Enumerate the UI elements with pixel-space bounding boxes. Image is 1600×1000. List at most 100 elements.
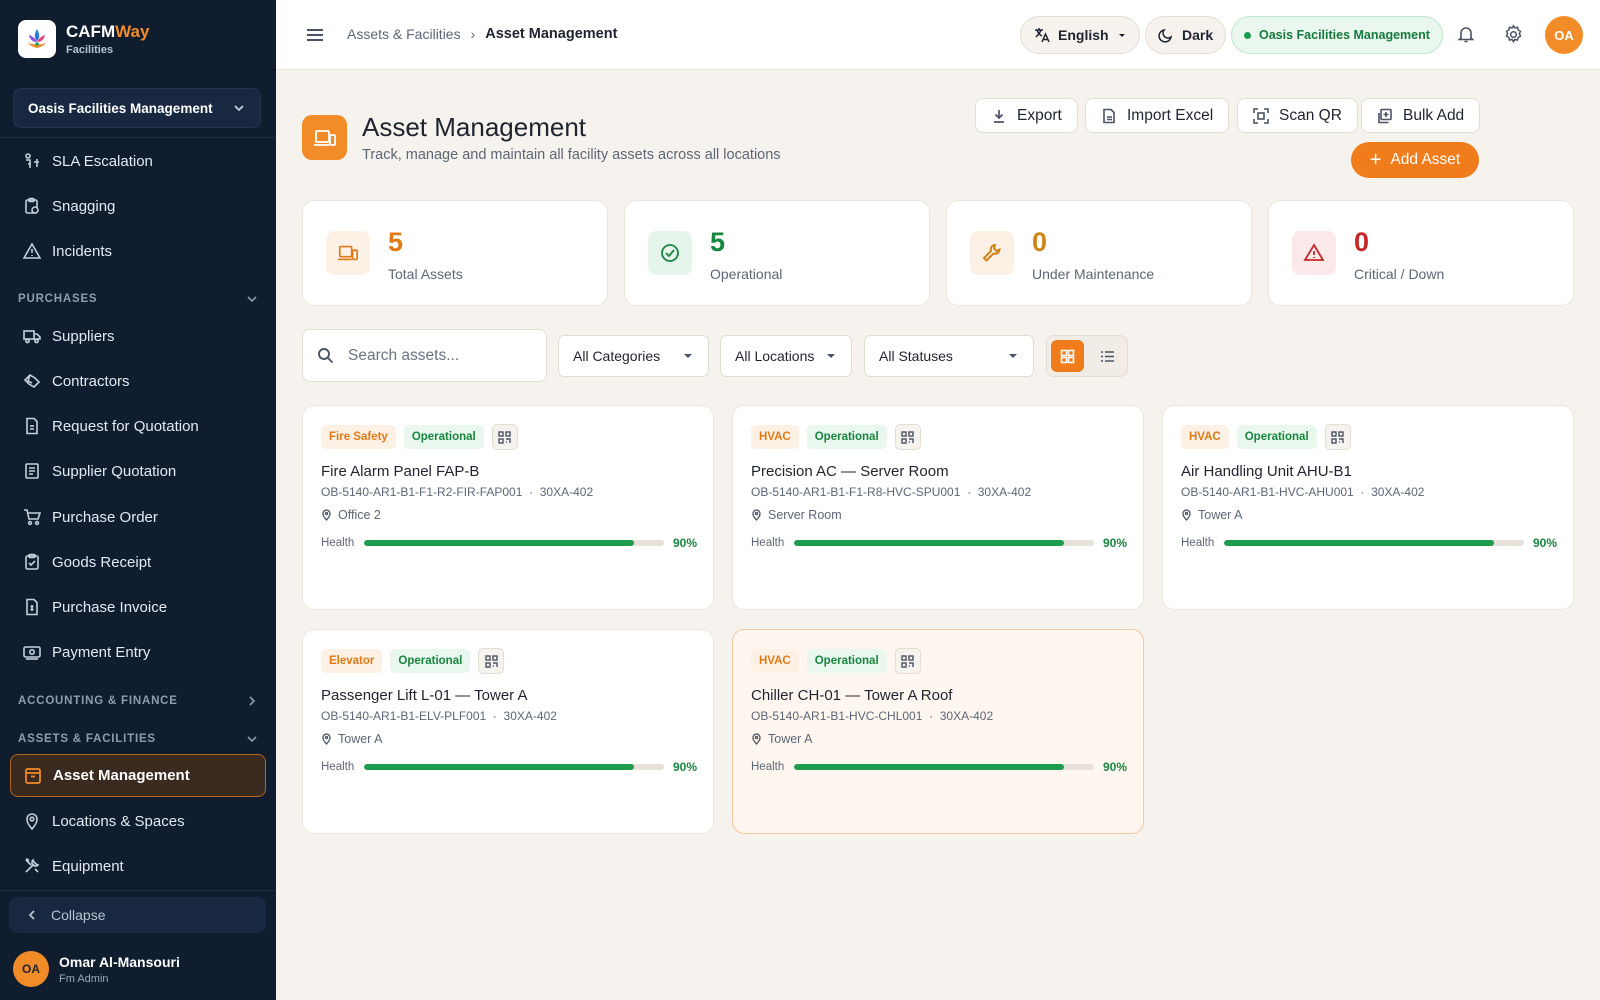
health-bar	[364, 764, 664, 770]
chevron-down-icon	[234, 105, 244, 112]
organization-status-badge[interactable]: Oasis Facilities Management	[1231, 16, 1443, 54]
sidebar-item-equipment[interactable]: Equipment	[10, 846, 266, 886]
status-filter-select[interactable]: All Statuses	[864, 335, 1034, 377]
sidebar-item-suppliers[interactable]: Suppliers	[10, 316, 266, 356]
list-view-button[interactable]	[1091, 340, 1124, 372]
breadcrumb-current: Asset Management	[485, 26, 618, 42]
bulk-add-button[interactable]: Bulk Add	[1361, 98, 1481, 133]
scan-qr-button[interactable]: Scan QR	[1237, 98, 1358, 133]
sidebar-item-incidents[interactable]: Incidents	[10, 231, 266, 271]
sidebar-section-label: PURCHASES	[18, 293, 98, 305]
qr-code-icon[interactable]	[894, 424, 921, 450]
collapse-sidebar-button[interactable]: Collapse	[9, 897, 266, 933]
stat-value: 5	[388, 227, 404, 257]
asset-model-ref: 30XA-402	[503, 709, 557, 723]
qr-code-icon[interactable]	[478, 648, 505, 674]
sidebar-section-assets[interactable]: ASSETS & FACILITIES	[18, 733, 258, 745]
search-input[interactable]	[348, 346, 528, 365]
health-bar-fill	[794, 764, 1064, 770]
import-excel-button[interactable]: Import Excel	[1085, 98, 1230, 133]
asset-name[interactable]: Chiller CH-01 — Tower A Roof	[751, 687, 952, 704]
sidebar-item-asset-management[interactable]: Asset Management	[10, 754, 266, 797]
sidebar-item-label: Equipment	[52, 857, 124, 875]
user-role: Fm Admin	[59, 972, 109, 985]
export-button[interactable]: Export	[975, 98, 1078, 133]
sidebar-item-snagging[interactable]: Snagging	[10, 186, 266, 226]
sidebar-item-contractors[interactable]: Contractors	[10, 361, 266, 401]
category-filter-select[interactable]: All Categories	[558, 335, 709, 377]
sidebar-item-purchase-order[interactable]: Purchase Order	[10, 497, 266, 537]
asset-card[interactable]: HVAC Operational Precision AC — Server R…	[732, 405, 1144, 610]
health-indicator: Health 90%	[1181, 536, 1557, 550]
asset-card[interactable]: Fire Safety Operational Fire Alarm Panel…	[302, 405, 714, 610]
organization-select[interactable]: Oasis Facilities Management	[13, 88, 261, 128]
sidebar-section-purchases[interactable]: PURCHASES	[18, 293, 258, 305]
warning-icon	[22, 241, 42, 261]
organization-status-label: Oasis Facilities Management	[1259, 28, 1430, 42]
asset-card[interactable]: Elevator Operational Passenger Lift L-01…	[302, 629, 714, 834]
search-icon	[318, 348, 334, 364]
document-icon	[22, 416, 42, 436]
bell-icon[interactable]	[1456, 24, 1478, 46]
asset-name[interactable]: Passenger Lift L-01 — Tower A	[321, 687, 528, 704]
hamburger-menu-icon[interactable]	[304, 24, 326, 46]
asset-name[interactable]: Precision AC — Server Room	[751, 463, 949, 480]
brand[interactable]: CAFMWay Facilities	[18, 20, 149, 58]
sidebar-item-supplier-quotation[interactable]: Supplier Quotation	[10, 451, 266, 491]
sidebar-item-goods-receipt[interactable]: Goods Receipt	[10, 542, 266, 582]
qr-code-icon[interactable]	[1324, 424, 1351, 450]
user-profile[interactable]: OA Omar Al-Mansouri Fm Admin	[13, 951, 180, 987]
qr-code-icon[interactable]	[894, 648, 921, 674]
asset-location: Office 2	[321, 508, 381, 522]
grid-icon	[1060, 349, 1075, 363]
language-select[interactable]: English	[1020, 16, 1140, 54]
location-pin-icon	[322, 509, 331, 521]
gear-icon[interactable]	[1503, 24, 1525, 46]
location-filter-select[interactable]: All Locations	[720, 335, 852, 377]
devices-icon	[326, 231, 370, 275]
avatar[interactable]: OA	[1545, 16, 1583, 54]
status-filter-value: All Statuses	[879, 348, 953, 364]
breadcrumb-parent[interactable]: Assets & Facilities	[347, 26, 461, 42]
grid-view-button[interactable]	[1051, 340, 1084, 372]
health-bar-fill	[794, 540, 1064, 546]
stat-card-critical: 0 Critical / Down	[1268, 200, 1574, 306]
asset-name[interactable]: Air Handling Unit AHU-B1	[1181, 463, 1352, 480]
theme-toggle[interactable]: Dark	[1145, 16, 1227, 54]
moon-icon	[1158, 28, 1173, 43]
asset-code: OB-5140-AR1-B1-F1-R8-HVC-SPU001 · 30XA-4…	[751, 485, 1032, 499]
invoice-icon	[22, 597, 42, 617]
asset-code: OB-5140-AR1-B1-ELV-PLF001 · 30XA-402	[321, 709, 557, 723]
add-asset-label: Add Asset	[1390, 151, 1461, 168]
sidebar-item-purchase-invoice[interactable]: Purchase Invoice	[10, 587, 266, 627]
sidebar-item-locations[interactable]: Locations & Spaces	[10, 801, 266, 841]
export-label: Export	[1017, 106, 1062, 124]
asset-card[interactable]: HVAC Operational Chiller CH-01 — Tower A…	[732, 629, 1144, 834]
asset-location: Tower A	[751, 732, 812, 746]
caret-down-icon	[1009, 354, 1017, 358]
warning-icon	[1292, 231, 1336, 275]
receipt-icon	[22, 461, 42, 481]
asset-code-value: OB-5140-AR1-B1-HVC-CHL001	[751, 709, 923, 723]
asset-model-ref: 30XA-402	[939, 709, 994, 723]
sidebar-item-rfq[interactable]: Request for Quotation	[10, 406, 266, 446]
asset-code: OB-5140-AR1-B1-F1-R2-FIR-FAP001 · 30XA-4…	[321, 485, 594, 499]
bulk-add-label: Bulk Add	[1403, 106, 1465, 124]
sidebar-item-sla-escalation[interactable]: SLA Escalation	[10, 141, 266, 181]
add-asset-button[interactable]: + Add Asset	[1351, 142, 1479, 178]
truck-icon	[22, 326, 42, 346]
sidebar-section-label: ACCOUNTING & FINANCE	[18, 695, 178, 707]
qr-code-icon[interactable]	[491, 424, 518, 450]
asset-code-value: OB-5140-AR1-B1-ELV-PLF001	[321, 709, 487, 723]
sidebar-item-payment-entry[interactable]: Payment Entry	[10, 632, 266, 672]
translate-icon	[1035, 28, 1050, 43]
location-pin-icon	[752, 733, 761, 745]
asset-card[interactable]: HVAC Operational Air Handling Unit AHU-B…	[1162, 405, 1574, 610]
download-icon	[994, 109, 1004, 123]
health-bar	[794, 540, 1094, 546]
sidebar-section-accounting[interactable]: ACCOUNTING & FINANCE	[18, 695, 258, 707]
health-label: Health	[321, 537, 355, 549]
sidebar-item-label: Supplier Quotation	[52, 462, 177, 480]
asset-name[interactable]: Fire Alarm Panel FAP-B	[321, 463, 479, 480]
sidebar-item-label: Asset Management	[53, 767, 190, 784]
